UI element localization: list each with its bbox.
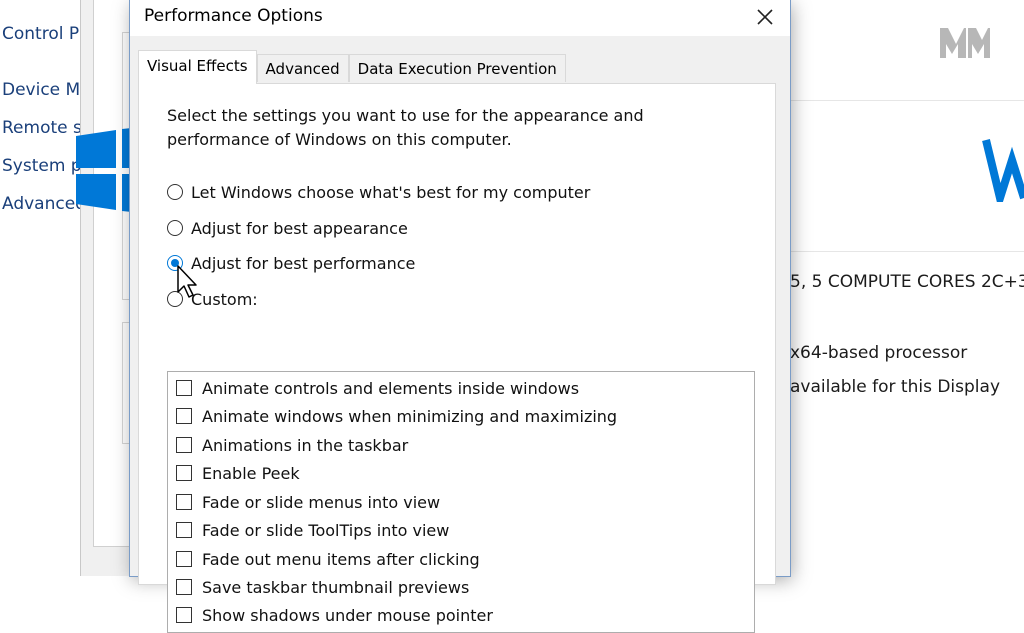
effect-item[interactable]: Animate controls and elements inside win… [176, 376, 579, 400]
effect-item[interactable]: Fade out menu items after clicking [176, 547, 480, 571]
effect-item[interactable]: Fade or slide ToolTips into view [176, 518, 449, 542]
control-panel-home-link[interactable]: Control P [2, 24, 80, 44]
effect-label: Animate controls and elements inside win… [202, 378, 580, 398]
visual-effects-list[interactable]: Animate controls and elements inside win… [167, 371, 755, 633]
system-info-panel: 5, 5 COMPUTE CORES 2C+3G x64-based proce… [790, 0, 1024, 576]
control-panel-sidebar: Control P Device M Remote s System p Adv… [0, 0, 80, 576]
effect-label: Fade or slide ToolTips into view [202, 520, 450, 540]
radio-label: Adjust for best appearance [191, 218, 408, 238]
system-type-info: x64-based processor [790, 343, 968, 363]
effect-label: Save taskbar thumbnail previews [202, 577, 470, 597]
effect-label: Animations in the taskbar [202, 435, 409, 455]
radio-best-performance[interactable]: Adjust for best performance [167, 251, 415, 275]
remote-settings-link[interactable]: Remote s [2, 118, 80, 138]
performance-options-dialog: Performance Options Visual Effects Advan… [130, 0, 790, 633]
windows-wordmark-icon [982, 139, 1024, 202]
checkbox[interactable] [176, 380, 192, 396]
tab-strip: Visual Effects Advanced Data Execution P… [138, 50, 566, 84]
dialog-title: Performance Options [144, 6, 323, 26]
checkbox[interactable] [176, 465, 192, 481]
settings-description: Select the settings you want to use for … [167, 106, 644, 149]
checkbox[interactable] [176, 408, 192, 424]
system-protection-link[interactable]: System p [2, 156, 80, 176]
close-icon [757, 9, 773, 25]
brand-logo-icon [940, 28, 990, 58]
effect-item[interactable]: Save taskbar thumbnail previews [176, 575, 469, 599]
effect-label: Enable Peek [202, 463, 300, 483]
radio-best-appearance[interactable]: Adjust for best appearance [167, 216, 408, 240]
device-manager-link[interactable]: Device M [2, 80, 80, 100]
checkbox[interactable] [176, 607, 192, 623]
tab-advanced[interactable]: Advanced [256, 54, 349, 82]
checkbox[interactable] [176, 579, 192, 595]
effect-label: Animate windows when minimizing and maxi… [202, 406, 618, 426]
checkbox[interactable] [176, 437, 192, 453]
effect-label: Show shadows under mouse pointer [202, 605, 493, 625]
radio-button[interactable] [167, 220, 183, 236]
effect-item[interactable]: Fade or slide menus into view [176, 490, 440, 514]
visual-effects-panel: Select the settings you want to use for … [138, 83, 776, 633]
effect-item[interactable]: Animate windows when minimizing and maxi… [176, 404, 617, 428]
advanced-settings-link[interactable]: Advanced [2, 194, 80, 214]
effect-item[interactable]: Enable Peek [176, 461, 300, 485]
radio-label: Let Windows choose what's best for my co… [191, 182, 591, 202]
radio-custom[interactable]: Custom: [167, 287, 258, 311]
checkbox[interactable] [176, 551, 192, 567]
radio-label: Custom: [191, 289, 258, 309]
checkbox[interactable] [176, 494, 192, 510]
radio-button-selected[interactable] [167, 255, 183, 271]
pen-touch-info: available for this Display [790, 377, 1001, 397]
effect-label: Fade out menu items after clicking [202, 549, 480, 569]
close-button[interactable] [748, 2, 782, 32]
radio-button[interactable] [167, 291, 183, 307]
tab-visual-effects[interactable]: Visual Effects [138, 50, 257, 84]
dialog-body: Visual Effects Advanced Data Execution P… [130, 36, 790, 633]
effect-item[interactable]: Animations in the taskbar [176, 433, 408, 457]
tab-data-execution-prevention[interactable]: Data Execution Prevention [348, 54, 566, 82]
processor-info: 5, 5 COMPUTE CORES 2C+3G [790, 272, 1024, 292]
effect-item[interactable]: Show shadows under mouse pointer [176, 603, 493, 627]
effect-label: Fade or slide menus into view [202, 492, 441, 512]
dialog-titlebar[interactable]: Performance Options [130, 0, 790, 36]
radio-label: Adjust for best performance [191, 253, 416, 273]
checkbox[interactable] [176, 522, 192, 538]
radio-let-windows-choose[interactable]: Let Windows choose what's best for my co… [167, 180, 590, 204]
radio-button[interactable] [167, 184, 183, 200]
